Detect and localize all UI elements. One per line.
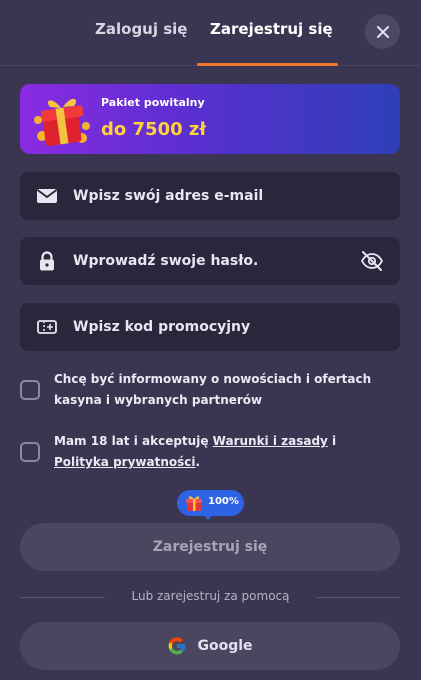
google-icon (169, 637, 186, 655)
register-submit-button[interactable]: Zarejestruj się (20, 523, 400, 571)
tab-login[interactable]: Zaloguj się (95, 20, 187, 38)
lock-icon (40, 251, 54, 271)
privacy-policy-link[interactable]: Polityka prywatności (54, 455, 196, 469)
active-tab-underline (197, 63, 338, 66)
email-input[interactable] (73, 172, 353, 220)
google-label: Google (197, 638, 253, 654)
close-button[interactable] (365, 14, 400, 49)
auth-tabs: Zaloguj się Zarejestruj się (0, 0, 421, 66)
age-consent-suffix: . (195, 455, 201, 469)
newsletter-consent-row: Chcę być informowany o nowościach i ofer… (20, 369, 400, 413)
newsletter-consent-text: Chcę być informowany o nowościach i ofer… (54, 372, 372, 407)
email-field[interactable] (20, 172, 400, 220)
promo-code-field[interactable] (20, 303, 400, 351)
ticket-icon (37, 320, 57, 334)
eye-off-icon[interactable] (360, 249, 384, 273)
age-terms-consent-text: Mam 18 lat i akceptuję Warunki i zasady … (54, 431, 390, 473)
close-icon (376, 25, 389, 38)
age-consent-middle: i (327, 434, 337, 448)
banner-title: Pakiet powitalny (101, 96, 205, 109)
promo-code-input[interactable] (73, 303, 353, 351)
progress-percent: 100% (208, 496, 239, 507)
gift-icon (186, 496, 202, 511)
alt-signup-label: Lub zarejestruj za pomocą (123, 589, 298, 603)
envelope-icon (36, 189, 58, 203)
welcome-bonus-banner: Pakiet powitalny do 7500 zł (20, 84, 400, 154)
newsletter-checkbox[interactable] (20, 380, 40, 400)
google-signup-button[interactable]: Google (20, 622, 400, 670)
banner-amount: do 7500 zł (101, 119, 207, 140)
terms-link[interactable]: Warunki i zasady (213, 434, 328, 448)
age-consent-prefix: Mam 18 lat i akceptuję (54, 434, 213, 448)
age-terms-consent-row: Mam 18 lat i akceptuję Warunki i zasady … (20, 431, 400, 475)
alt-signup-divider: Lub zarejestruj za pomocą (0, 589, 421, 603)
age-terms-checkbox[interactable] (20, 442, 40, 462)
gift-box-icon (34, 98, 90, 146)
password-field[interactable] (20, 237, 400, 285)
tab-register[interactable]: Zarejestruj się (210, 20, 333, 38)
badge-pointer (202, 513, 214, 520)
password-input[interactable] (73, 237, 353, 285)
